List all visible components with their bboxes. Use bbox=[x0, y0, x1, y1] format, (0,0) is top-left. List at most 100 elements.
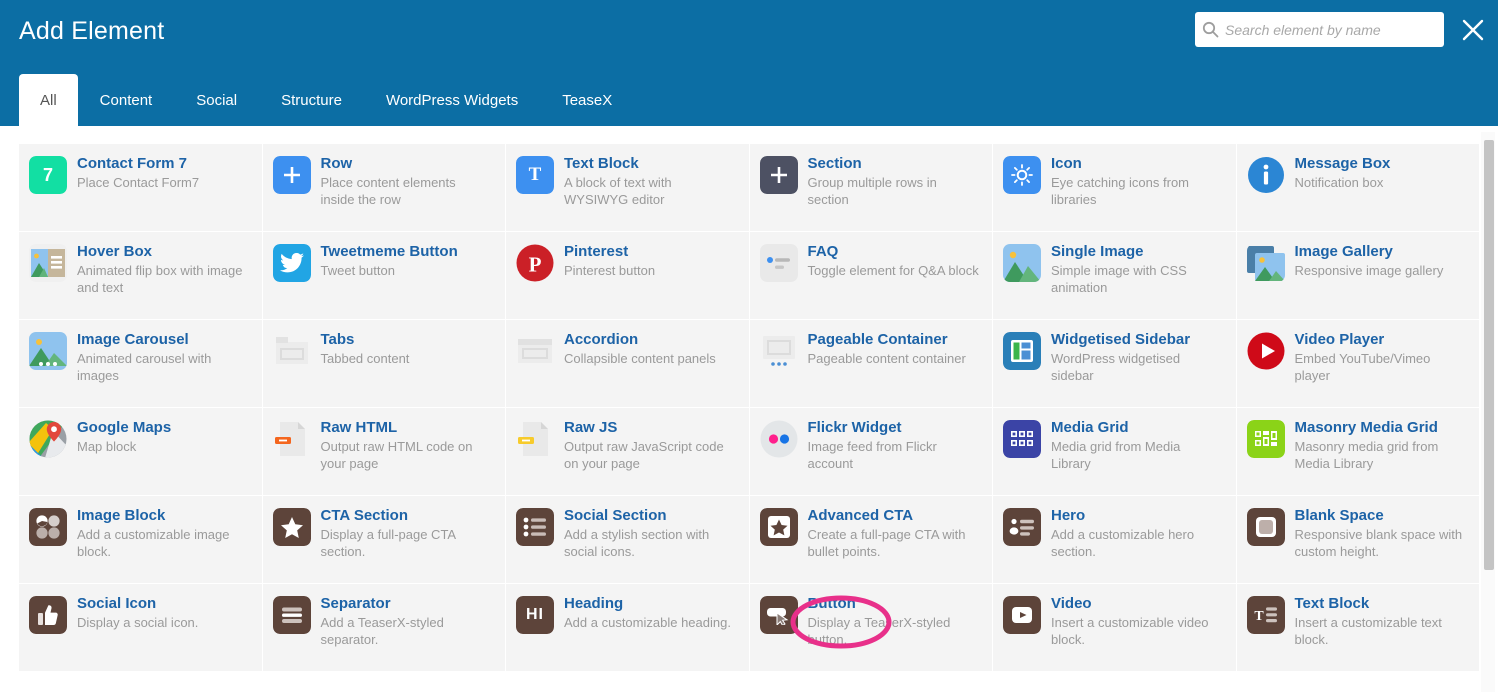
tab-all[interactable]: All bbox=[19, 74, 78, 126]
star-box-icon bbox=[759, 508, 798, 546]
element-card-title: Hover Box bbox=[77, 243, 153, 260]
element-card[interactable]: FAQ Toggle element for Q&A block bbox=[749, 232, 992, 319]
element-card-title: Video bbox=[1051, 595, 1092, 612]
element-card-text: Hero Add a customizable hero section. bbox=[1051, 506, 1224, 560]
element-card[interactable]: Pageable Container Pageable content conta… bbox=[749, 320, 992, 407]
element-card[interactable]: Image Gallery Responsive image gallery bbox=[1236, 232, 1479, 319]
element-card-title: Flickr Widget bbox=[807, 419, 902, 436]
element-card-description: Create a full-page CTA with bullet point… bbox=[807, 527, 966, 559]
tab-wordpress-widgets[interactable]: WordPress Widgets bbox=[364, 74, 540, 126]
tabs-icon bbox=[273, 332, 311, 370]
element-card-text: Row Place content elements inside the row bbox=[321, 154, 494, 208]
element-card-text: Raw HTML Output raw HTML code on your pag… bbox=[321, 418, 494, 472]
info-circle-icon bbox=[1247, 156, 1285, 194]
element-card[interactable]: 7 Contact Form 7 Place Contact Form7 bbox=[19, 144, 262, 231]
element-card[interactable]: Raw JS Output raw JavaScript code on your… bbox=[506, 408, 749, 495]
flickr-icon bbox=[760, 420, 798, 458]
element-card[interactable]: Social Section Add a stylish section with… bbox=[506, 496, 749, 583]
element-card[interactable]: Video Insert a customizable video block. bbox=[993, 584, 1236, 671]
element-card[interactable]: Icon Eye catching icons from libraries bbox=[993, 144, 1236, 231]
element-card[interactable]: T Text Block A block of text with WYSIWYG … bbox=[506, 144, 749, 231]
element-card-title: Advanced CTA bbox=[807, 507, 914, 524]
element-card[interactable]: Widgetised Sidebar WordPress widgetised s… bbox=[993, 320, 1236, 407]
element-card-text: Icon Eye catching icons from libraries bbox=[1051, 154, 1224, 208]
element-card[interactable]: Flickr Widget Image feed from Flickr acco… bbox=[749, 408, 992, 495]
element-card[interactable]: Advanced CTA Create a full-page CTA with … bbox=[749, 496, 992, 583]
element-card-title: Button bbox=[807, 595, 856, 612]
element-card-description: Group multiple rows in section bbox=[807, 175, 937, 207]
element-card-text: Section Group multiple rows in section bbox=[808, 154, 981, 208]
element-card[interactable]: Hover Box Animated flip box with image an… bbox=[19, 232, 262, 319]
element-card[interactable]: HI Heading Add a customizable heading. bbox=[506, 584, 749, 671]
element-card[interactable]: CTA Section Display a full-page CTA secti… bbox=[262, 496, 505, 583]
blank-space-icon bbox=[1246, 508, 1285, 546]
element-card-text: Media Grid Media grid from Media Library bbox=[1051, 418, 1224, 472]
element-card[interactable]: T Text Block Insert a customizable text bl… bbox=[1236, 584, 1479, 671]
element-card-description: Embed YouTube/Vimeo player bbox=[1294, 351, 1431, 383]
search-input[interactable] bbox=[1225, 13, 1444, 46]
element-card-description: Place content elements inside the row bbox=[320, 175, 456, 207]
tab-content[interactable]: Content bbox=[78, 74, 175, 126]
element-card[interactable]: Raw HTML Output raw HTML code on your pag… bbox=[262, 408, 505, 495]
element-card-title: Pageable Container bbox=[807, 331, 948, 348]
element-card[interactable]: Media Grid Media grid from Media Library bbox=[993, 408, 1236, 495]
element-card[interactable]: Message Box Notification box bbox=[1236, 144, 1479, 231]
element-card-description: Media grid from Media Library bbox=[1051, 439, 1181, 471]
element-card-text: Google Maps Map block bbox=[77, 418, 250, 455]
search-box[interactable] bbox=[1195, 12, 1444, 47]
element-card-text: Blank Space Responsive blank space with c… bbox=[1295, 506, 1468, 560]
element-card-title: Icon bbox=[1051, 155, 1082, 172]
element-card-text: Raw JS Output raw JavaScript code on your… bbox=[564, 418, 737, 472]
element-card[interactable]: Section Group multiple rows in section bbox=[749, 144, 992, 231]
element-card[interactable]: Video Player Embed YouTube/Vimeo player bbox=[1236, 320, 1479, 407]
element-card[interactable]: Tabs Tabbed content bbox=[262, 320, 505, 407]
tab-social[interactable]: Social bbox=[174, 74, 259, 126]
element-card[interactable]: Google Maps Map block bbox=[19, 408, 262, 495]
element-card-title: Video Player bbox=[1294, 331, 1385, 348]
element-card-text: Text Block A block of text with WYSIWYG e… bbox=[564, 154, 737, 208]
element-card[interactable]: Accordion Collapsible content panels bbox=[506, 320, 749, 407]
element-card[interactable]: Single Image Simple image with CSS animat… bbox=[993, 232, 1236, 319]
plus-dark-icon bbox=[759, 156, 798, 194]
element-card-description: Eye catching icons from libraries bbox=[1051, 175, 1190, 207]
youtube-play-icon bbox=[1247, 332, 1285, 370]
element-card-title: Single Image bbox=[1051, 243, 1144, 260]
element-card[interactable]: Tweetmeme Button Tweet button bbox=[262, 232, 505, 319]
tab-teasex[interactable]: TeaseX bbox=[540, 74, 634, 126]
element-card[interactable]: Hero Add a customizable hero section. bbox=[993, 496, 1236, 583]
element-card-title: Pinterest bbox=[564, 243, 629, 260]
element-card-title: Google Maps bbox=[77, 419, 172, 436]
element-card-text: Social Icon Display a social icon. bbox=[77, 594, 250, 631]
scrollbar-thumb[interactable] bbox=[1484, 140, 1494, 570]
element-card-description: Add a customizable hero section. bbox=[1051, 527, 1195, 559]
element-card[interactable]: Button Display a TeaserX-styled button. bbox=[749, 584, 992, 671]
element-card[interactable]: Social Icon Display a social icon. bbox=[19, 584, 262, 671]
tab-structure[interactable]: Structure bbox=[259, 74, 364, 126]
element-card[interactable]: Image Carousel Animated carousel with ima… bbox=[19, 320, 262, 407]
element-card[interactable]: Blank Space Responsive blank space with c… bbox=[1236, 496, 1479, 583]
element-card-description: Display a full-page CTA section. bbox=[320, 527, 456, 559]
hover-box-icon bbox=[29, 244, 67, 282]
element-card-title: Image Block bbox=[77, 507, 166, 524]
element-card[interactable]: Masonry Media Grid Masonry media grid fro… bbox=[1236, 408, 1479, 495]
element-card-description: Display a TeaserX-styled button. bbox=[807, 615, 951, 647]
element-card-description: Pageable content container bbox=[807, 351, 966, 366]
element-card-text: Video Insert a customizable video block. bbox=[1051, 594, 1224, 648]
raw-html-file-icon bbox=[273, 420, 311, 458]
text-t-icon: T bbox=[516, 156, 554, 194]
sun-icon bbox=[1003, 156, 1041, 194]
element-card-title: Image Gallery bbox=[1294, 243, 1393, 260]
google-maps-icon bbox=[29, 420, 67, 458]
element-card[interactable]: Image Block Add a customizable image bloc… bbox=[19, 496, 262, 583]
element-card-description: Image feed from Flickr account bbox=[807, 439, 937, 471]
element-card-text: Contact Form 7 Place Contact Form7 bbox=[77, 154, 250, 191]
sidebar-icon bbox=[1003, 332, 1041, 370]
element-card-description: Animated carousel with images bbox=[77, 351, 212, 383]
element-card[interactable]: P Pinterest Pinterest button bbox=[506, 232, 749, 319]
element-card-title: Tweetmeme Button bbox=[320, 243, 458, 260]
element-card-description: Map block bbox=[77, 439, 137, 454]
element-card[interactable]: Separator Add a TeaserX-styled separator. bbox=[262, 584, 505, 671]
element-card[interactable]: Row Place content elements inside the row bbox=[262, 144, 505, 231]
close-button[interactable] bbox=[1458, 15, 1488, 45]
element-card-description: Responsive blank space with custom heigh… bbox=[1294, 527, 1463, 559]
